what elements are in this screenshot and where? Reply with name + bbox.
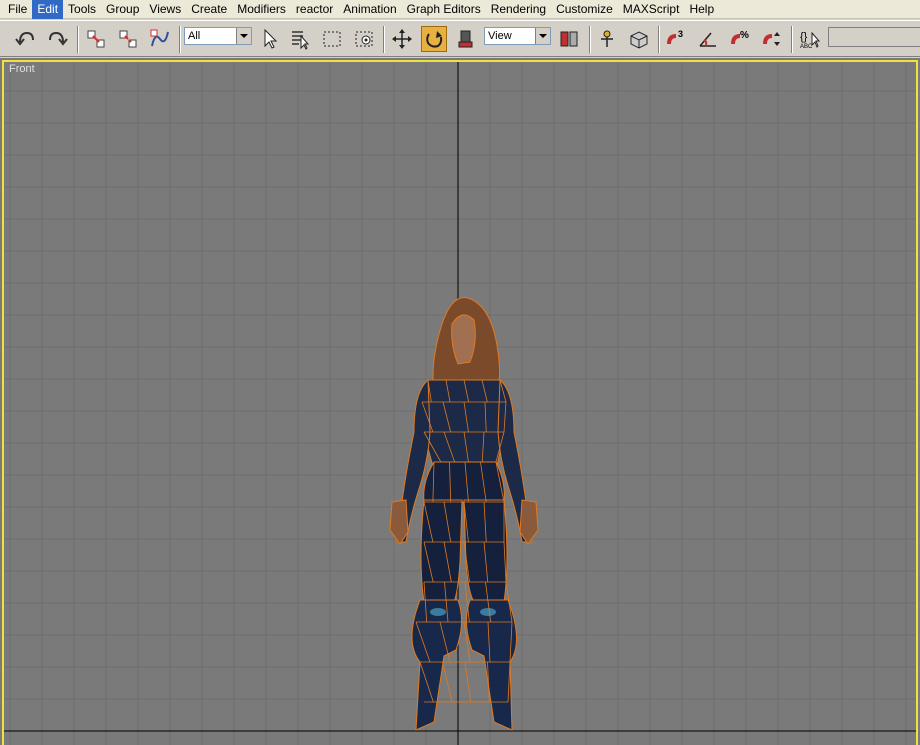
menu-help[interactable]: Help (684, 0, 719, 19)
unlink-icon (119, 30, 137, 48)
front-viewport[interactable]: Front (0, 58, 920, 745)
snaps-toggle-button[interactable]: 3 (663, 26, 689, 52)
select-and-rotate-button[interactable] (421, 26, 447, 52)
menu-modifiers[interactable]: Modifiers (232, 0, 291, 19)
select-by-name-button[interactable] (287, 26, 313, 52)
undo-icon (15, 31, 34, 46)
edit-named-selection-button[interactable]: {} ABC (797, 26, 823, 52)
angle-snap-icon (699, 32, 716, 47)
redo-icon (49, 31, 68, 46)
selection-filter-value: All (188, 30, 201, 42)
menu-maxscript[interactable]: MAXScript (618, 0, 685, 19)
menu-animation[interactable]: Animation (338, 0, 401, 19)
named-selection-sets-field[interactable] (828, 27, 920, 47)
spinner-snap-toggle-button[interactable] (759, 26, 785, 52)
select-and-link-button[interactable] (83, 26, 109, 52)
menu-bar: File Edit Tools Group Views Create Modifiers re… (0, 0, 920, 19)
rectangular-selection-region-button[interactable] (319, 26, 345, 52)
window-crossing-button[interactable] (351, 26, 377, 52)
unlink-selection-button[interactable] (115, 26, 141, 52)
menu-group[interactable]: Group (101, 0, 144, 19)
selection-filter-dropdown[interactable]: All (184, 27, 252, 45)
select-by-name-icon (292, 31, 310, 50)
bind-to-space-warp-button[interactable] (147, 26, 173, 52)
rotate-icon (426, 31, 443, 48)
scale-icon (458, 30, 473, 48)
percent-snap-icon: % (731, 30, 749, 45)
window-crossing-icon (355, 31, 373, 47)
cursor-arrow-icon (264, 28, 278, 49)
link-icon (87, 30, 105, 48)
main-toolbar: All View 3 % {} ABC (0, 20, 920, 57)
menu-reactor[interactable]: reactor (291, 0, 338, 19)
chevron-down-icon[interactable] (535, 28, 550, 44)
keyboard-shortcut-override-button[interactable] (626, 26, 652, 52)
redo-button[interactable] (44, 26, 70, 52)
use-pivot-point-center-button[interactable] (556, 26, 582, 52)
percent-label: % (740, 30, 749, 41)
select-and-scale-button[interactable] (453, 26, 479, 52)
pivot-center-icon (560, 31, 578, 47)
select-and-move-button[interactable] (389, 26, 415, 52)
menu-tools[interactable]: Tools (63, 0, 101, 19)
snap-dimension-label: 3 (678, 29, 683, 39)
menu-graph-editors[interactable]: Graph Editors (402, 0, 486, 19)
select-object-button[interactable] (257, 26, 283, 52)
magnet-snap-icon: 3 (667, 29, 683, 45)
active-viewport-border (2, 60, 918, 745)
move-icon (392, 29, 412, 49)
menu-file[interactable]: File (3, 0, 32, 19)
select-and-manipulate-button[interactable] (594, 26, 620, 52)
undo-button[interactable] (13, 26, 39, 52)
spinner-snap-icon (763, 32, 780, 46)
viewport-label[interactable]: Front (9, 63, 35, 75)
menu-customize[interactable]: Customize (551, 0, 618, 19)
svg-text:{}: {} (800, 31, 808, 43)
reference-coordinate-dropdown[interactable]: View (484, 27, 551, 45)
angle-snap-toggle-button[interactable] (695, 26, 721, 52)
space-warp-icon (150, 29, 169, 47)
reference-coordinate-value: View (488, 30, 512, 42)
menu-create[interactable]: Create (186, 0, 232, 19)
menu-rendering[interactable]: Rendering (486, 0, 551, 19)
menu-views[interactable]: Views (144, 0, 186, 19)
menu-edit[interactable]: Edit (32, 0, 64, 19)
named-selection-icon: {}ABC (800, 31, 821, 50)
box-icon (630, 31, 648, 49)
manipulate-icon (601, 30, 613, 47)
abc-label: ABC (800, 44, 813, 50)
percent-snap-toggle-button[interactable]: % (727, 26, 753, 52)
rectangle-selection-icon (323, 31, 341, 47)
chevron-down-icon[interactable] (236, 28, 251, 44)
